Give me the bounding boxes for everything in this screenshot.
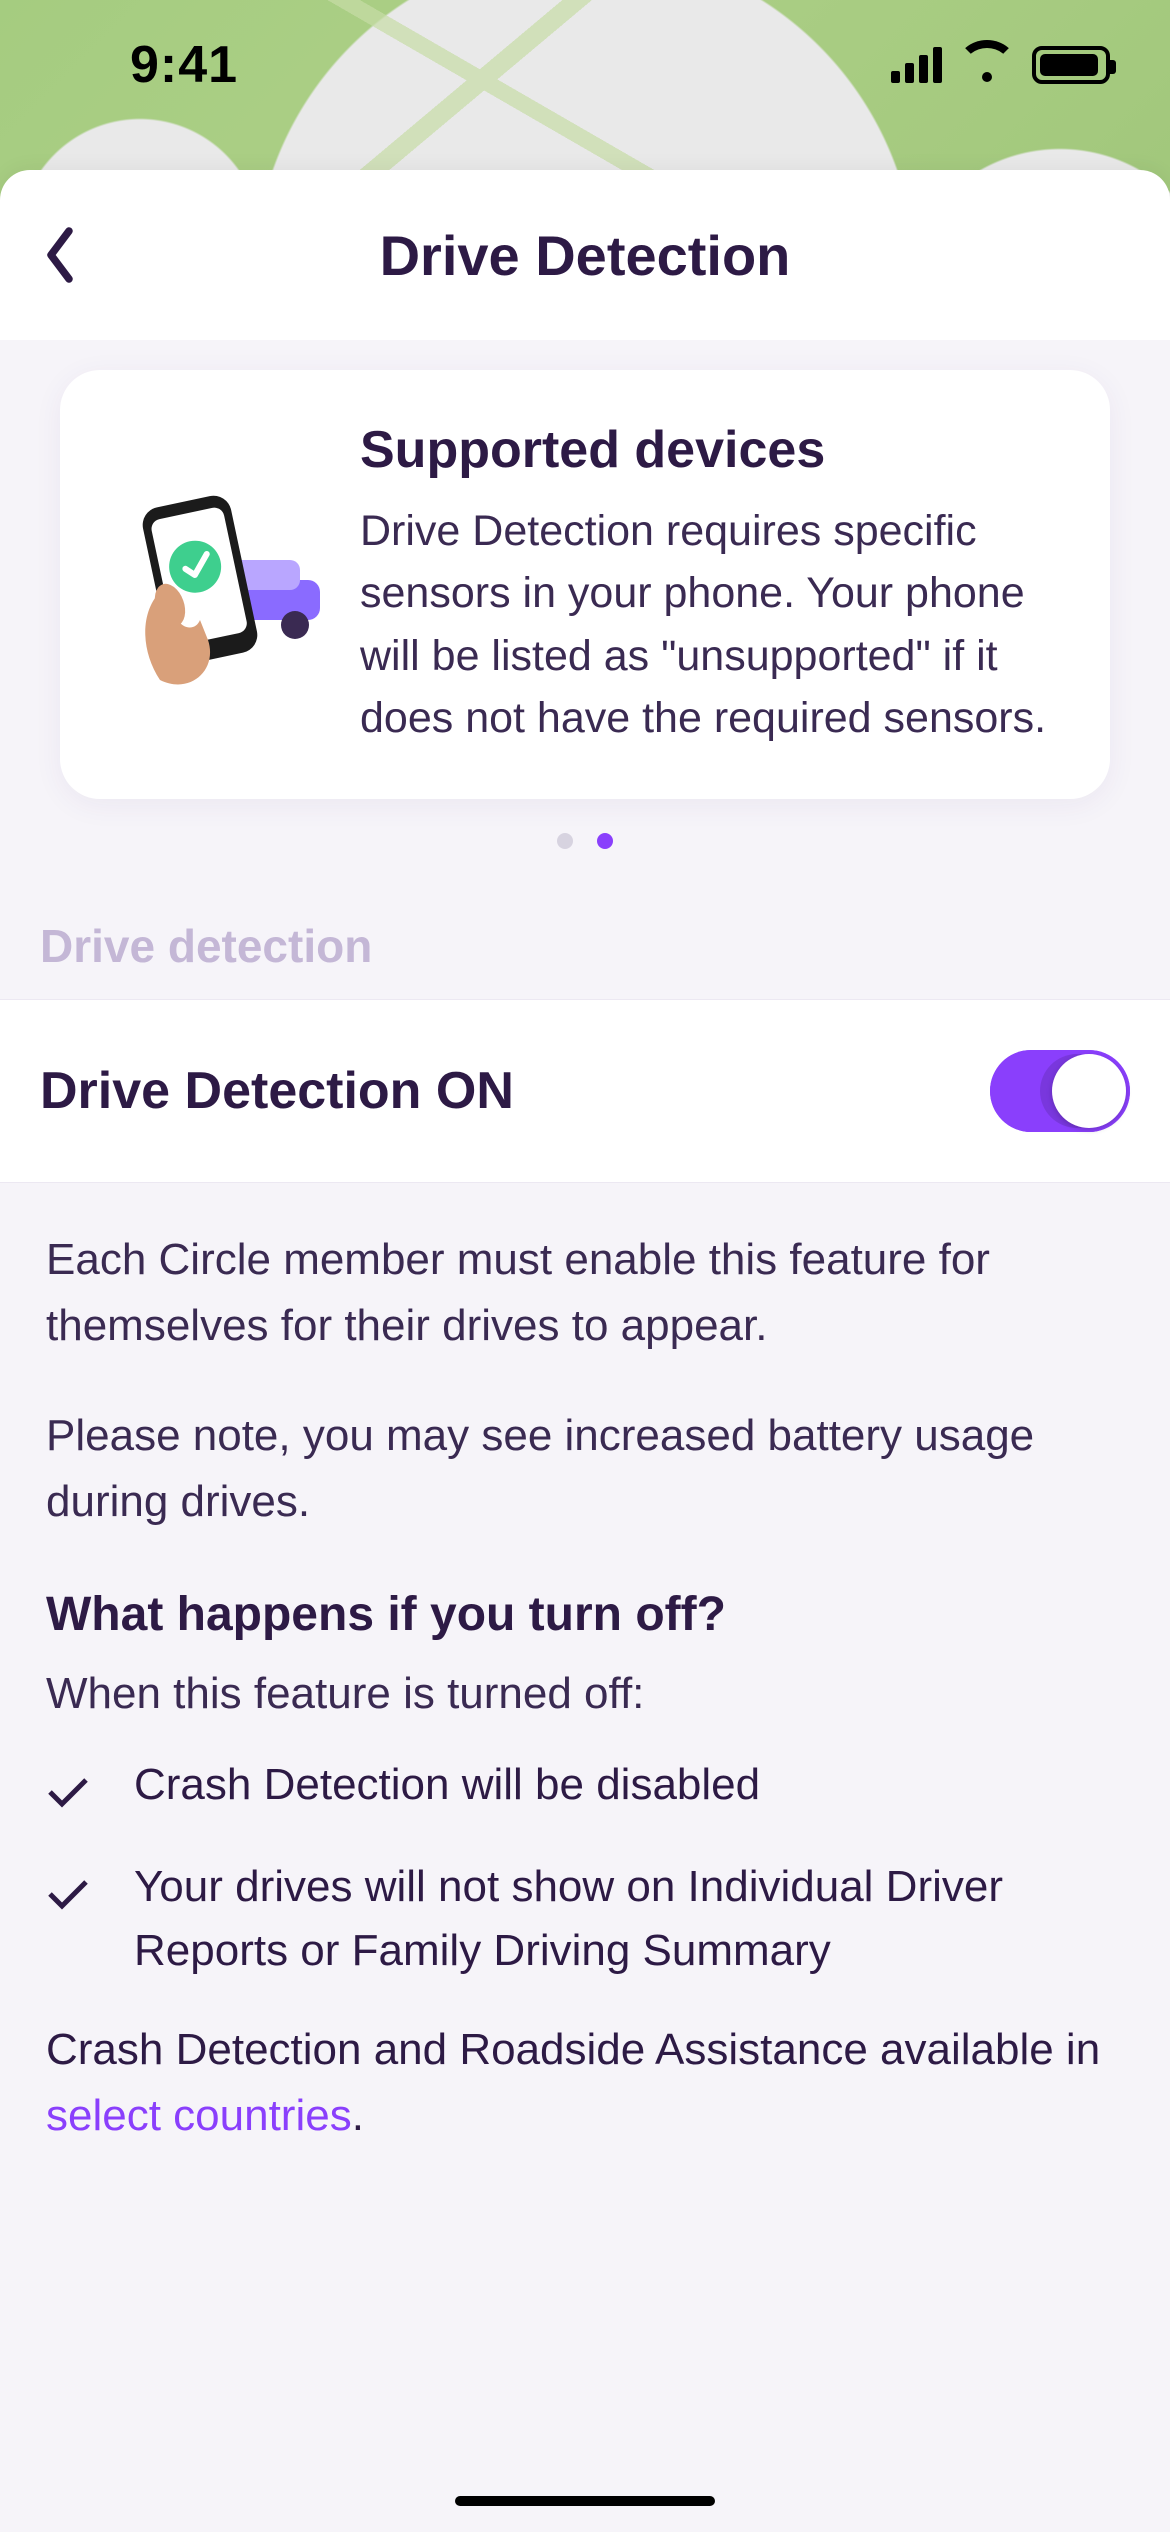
pager-dot-1[interactable] xyxy=(597,833,613,849)
info-card-supported-devices[interactable]: Supported devices Drive Detection requir… xyxy=(60,370,1110,799)
status-time: 9:41 xyxy=(130,35,238,95)
check-icon xyxy=(46,1753,98,1829)
card-title: Supported devices xyxy=(360,420,1060,480)
drive-detection-toggle[interactable] xyxy=(990,1050,1130,1132)
turn-off-subheading: When this feature is turned off: xyxy=(46,1661,1124,1727)
list-item-text: Crash Detection will be disabled xyxy=(134,1753,760,1817)
home-indicator[interactable] xyxy=(455,2496,715,2506)
drive-detection-toggle-row: Drive Detection ON xyxy=(0,999,1170,1183)
status-icons xyxy=(891,46,1110,84)
toggle-label: Drive Detection ON xyxy=(40,1061,514,1121)
phone-car-illustration xyxy=(100,420,330,749)
toggle-knob xyxy=(1052,1054,1126,1128)
availability-prefix: Crash Detection and Roadside Assistance … xyxy=(46,2025,1100,2074)
info-text: Each Circle member must enable this feat… xyxy=(0,1183,1170,2149)
content: Supported devices Drive Detection requir… xyxy=(0,340,1170,2532)
section-label: Drive detection xyxy=(0,889,1170,999)
cellular-signal-icon xyxy=(891,47,942,83)
list-item: Crash Detection will be disabled xyxy=(46,1753,1124,1829)
page-title: Drive Detection xyxy=(0,223,1170,288)
status-bar: 9:41 xyxy=(0,0,1170,130)
list-item-text: Your drives will not show on Individual … xyxy=(134,1855,1124,1983)
check-icon xyxy=(46,1855,98,1931)
pager-dot-0[interactable] xyxy=(557,833,573,849)
info-paragraph-2: Please note, you may see increased batte… xyxy=(46,1403,1124,1535)
availability-suffix: . xyxy=(352,2091,364,2140)
turn-off-consequences-list: Crash Detection will be disabled Your dr… xyxy=(46,1753,1124,1983)
select-countries-link[interactable]: select countries xyxy=(46,2091,352,2140)
wifi-icon xyxy=(962,46,1012,84)
availability-note: Crash Detection and Roadside Assistance … xyxy=(46,2017,1124,2149)
carousel-pager xyxy=(0,833,1170,849)
list-item: Your drives will not show on Individual … xyxy=(46,1855,1124,1983)
turn-off-heading: What happens if you turn off? xyxy=(46,1579,1124,1651)
card-body: Drive Detection requires specific sensor… xyxy=(360,500,1060,749)
battery-icon xyxy=(1032,46,1110,84)
page-header: Drive Detection xyxy=(0,170,1170,340)
info-paragraph-1: Each Circle member must enable this feat… xyxy=(46,1227,1124,1359)
